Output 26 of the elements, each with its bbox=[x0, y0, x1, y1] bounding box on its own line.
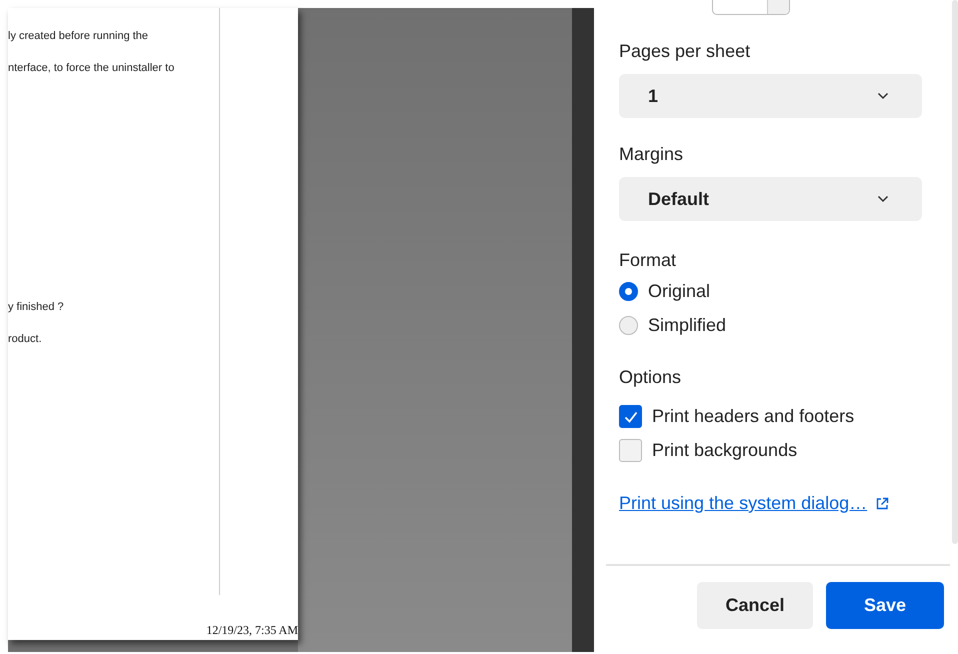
external-link-icon bbox=[875, 496, 890, 510]
radio-label[interactable]: Original bbox=[648, 281, 710, 302]
checkbox[interactable] bbox=[619, 405, 642, 428]
page-text: roduct. bbox=[8, 333, 43, 345]
section-label: Pages per sheet bbox=[619, 41, 750, 62]
save-button[interactable]: Save bbox=[826, 582, 944, 629]
checkbox-label[interactable]: Print backgrounds bbox=[652, 440, 798, 461]
page-footer: 12/19/23, 7:35 AM bbox=[206, 623, 298, 638]
number-stepper[interactable] bbox=[712, 0, 790, 15]
margins-select[interactable]: Default bbox=[619, 177, 922, 221]
radio-button[interactable] bbox=[619, 316, 638, 335]
radio-button[interactable] bbox=[619, 282, 638, 301]
section-label: Options bbox=[619, 367, 682, 388]
section-label: Margins bbox=[619, 144, 684, 165]
page-text: ly created before running the bbox=[8, 30, 150, 42]
cancel-button[interactable]: Cancel bbox=[697, 582, 813, 629]
pages-select[interactable]: 1 bbox=[619, 74, 922, 118]
chevron-icon bbox=[877, 195, 889, 203]
checkbox-label[interactable]: Print headers and footers bbox=[652, 406, 854, 427]
radio-label[interactable]: Simplified bbox=[648, 315, 726, 336]
page-text: nterface, to force the uninstaller to bbox=[8, 62, 176, 74]
system-dialog-link[interactable]: Print using the system dialog… bbox=[619, 493, 868, 514]
chevron-icon bbox=[877, 92, 889, 100]
page-text: y finished ? bbox=[8, 301, 65, 313]
checkbox[interactable] bbox=[619, 439, 642, 462]
section-label: Format bbox=[619, 250, 676, 271]
